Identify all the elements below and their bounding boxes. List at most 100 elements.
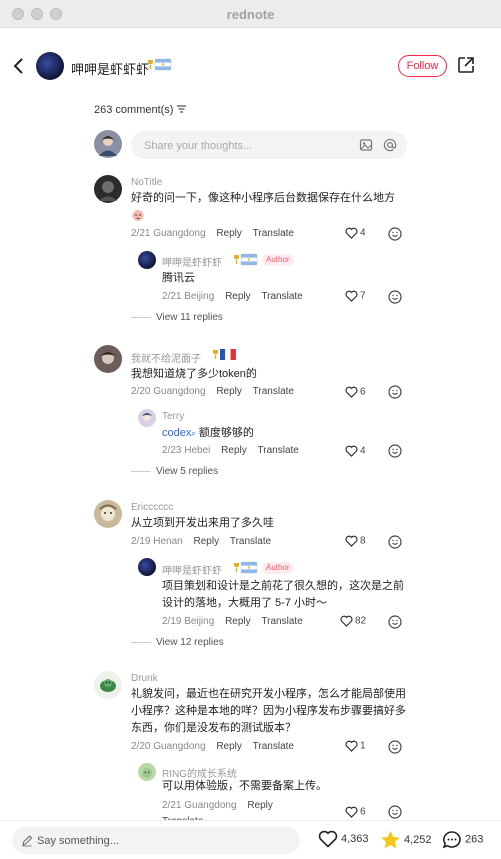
view-replies-link[interactable]: View 12 replies: [131, 637, 224, 648]
like-button[interactable]: 4: [345, 227, 366, 239]
author-tag: Author: [262, 562, 294, 574]
commenter-name[interactable]: 我就不给泥面子: [131, 350, 201, 365]
translate-button[interactable]: Translate: [258, 445, 299, 456]
translate-button[interactable]: Translate: [253, 741, 294, 752]
like-count: 8: [360, 535, 366, 547]
view-replies-label: View 5 replies: [156, 466, 219, 477]
reply-button[interactable]: Reply: [225, 616, 251, 627]
post-comment-button[interactable]: 263: [442, 830, 483, 849]
comment-meta: 2/19 Henan Reply Translate: [131, 536, 271, 547]
replier-name[interactable]: Terry: [162, 411, 184, 422]
window-titlebar: rednote: [0, 0, 501, 28]
comment-text-line: 东西，你们是没发布的测试版本？: [131, 722, 296, 734]
translate-button[interactable]: Translate: [253, 228, 294, 239]
reply-text: codex⌕ 额度够够的: [162, 425, 254, 442]
commenter-name[interactable]: Drunk: [131, 673, 158, 684]
commenter-avatar[interactable]: [94, 671, 122, 699]
like-count: 4: [360, 227, 366, 239]
comment-text: 从立项到开发出来用了多久哇: [131, 517, 274, 529]
like-button[interactable]: 82: [340, 615, 366, 627]
post-like-button[interactable]: 4,363: [318, 830, 369, 848]
reply-button[interactable]: Reply: [216, 386, 242, 397]
mention-link[interactable]: codex: [162, 427, 191, 439]
translate-button[interactable]: Translate: [230, 536, 271, 547]
pencil-icon: [22, 835, 33, 847]
post-collect-count: 4,252: [404, 833, 432, 846]
like-count: 1: [360, 740, 366, 752]
emoji-react-icon[interactable]: [388, 805, 402, 819]
reply-location: Beijing: [184, 616, 215, 627]
emoji-react-icon[interactable]: [388, 290, 402, 304]
commenter-avatar[interactable]: [94, 345, 122, 373]
comment-date: 2/20: [131, 741, 151, 752]
like-count: 82: [355, 615, 367, 627]
commenter-avatar[interactable]: [94, 500, 122, 528]
like-button[interactable]: 7: [345, 290, 366, 302]
comment-text-line: 小程序？这种是本地的咩？因为小程序发布步骤要搞好多: [131, 705, 406, 717]
mention-icon[interactable]: [383, 138, 397, 152]
like-count: 7: [360, 290, 366, 302]
translate-button[interactable]: Translate: [261, 291, 302, 302]
heart-icon: [345, 445, 358, 457]
emoji-react-icon[interactable]: [388, 385, 402, 399]
author-name[interactable]: 呷呷是虾虾虾: [71, 59, 149, 78]
share-icon[interactable]: [457, 56, 475, 74]
replier-avatar[interactable]: [138, 251, 156, 269]
emoji-react-icon[interactable]: [388, 740, 402, 754]
back-arrow-icon[interactable]: [12, 57, 26, 75]
heart-icon: [345, 535, 358, 547]
window-title: rednote: [226, 7, 275, 22]
commenter-name[interactable]: NoTitle: [131, 177, 162, 188]
like-button[interactable]: 1: [345, 740, 366, 752]
reply-button[interactable]: Reply: [225, 291, 251, 302]
replier-avatar[interactable]: [138, 409, 156, 427]
view-replies-label: View 12 replies: [156, 637, 224, 648]
say-something-input[interactable]: Say something...: [12, 827, 300, 854]
emoji-react-icon[interactable]: [388, 615, 402, 629]
comment-text: 好奇的问一下，像这种小程序后台数据保存在什么地方: [131, 192, 395, 204]
comment-location: Guangdong: [153, 228, 206, 239]
heart-icon: [345, 386, 358, 398]
bottom-action-bar: Say something... 4,363 4,252 263: [0, 820, 501, 859]
reply-button[interactable]: Reply: [216, 228, 242, 239]
reply-text-line: 设计的落地，大概用了 5-7 小时～: [162, 597, 328, 609]
post-collect-button[interactable]: 4,252: [380, 830, 432, 850]
author-badge-icon: [234, 561, 258, 574]
star-icon: [381, 831, 400, 849]
current-user-avatar: [94, 130, 122, 158]
reply-button[interactable]: Reply: [247, 800, 273, 811]
reply-button[interactable]: Reply: [194, 536, 220, 547]
view-replies-link[interactable]: View 5 replies: [131, 466, 218, 477]
author-avatar[interactable]: [36, 52, 64, 80]
replier-avatar[interactable]: [138, 558, 156, 576]
reply-text-body: 额度够够的: [195, 427, 254, 439]
commenter-avatar[interactable]: [94, 175, 122, 203]
like-button[interactable]: 4: [345, 445, 366, 457]
reply-button[interactable]: Reply: [216, 741, 242, 752]
replier-name[interactable]: 呷呷是虾虾虾: [162, 254, 222, 269]
view-replies-link[interactable]: View 11 replies: [131, 312, 223, 323]
replier-name[interactable]: 呷呷是虾虾虾: [162, 562, 222, 577]
like-button[interactable]: 6: [345, 386, 366, 398]
like-button[interactable]: 6: [345, 806, 366, 818]
reply-button[interactable]: Reply: [221, 445, 247, 456]
comment-input[interactable]: Share your thoughts...: [131, 131, 407, 159]
reply-location: Beijing: [184, 291, 215, 302]
translate-button[interactable]: Translate: [253, 386, 294, 397]
replier-avatar[interactable]: [138, 763, 156, 781]
translate-button[interactable]: Translate: [261, 616, 302, 627]
heart-icon: [345, 227, 358, 239]
emoji-react-icon[interactable]: [388, 444, 402, 458]
image-icon[interactable]: [359, 138, 373, 152]
emoji-react-icon[interactable]: [388, 227, 402, 241]
follow-button[interactable]: Follow: [398, 55, 447, 77]
reply-meta: 2/21 Beijing Reply Translate: [162, 291, 303, 302]
filter-icon[interactable]: [176, 105, 186, 113]
reply-meta: 2/19 Beijing Reply Translate: [162, 616, 303, 627]
like-button[interactable]: 8: [345, 535, 366, 547]
reply-date: 2/21: [162, 291, 182, 302]
emoji-react-icon[interactable]: [388, 535, 402, 549]
post-header: 呷呷是虾虾虾 Follow: [0, 28, 501, 104]
commenter-name[interactable]: Ericccccc: [131, 502, 173, 513]
reply-meta: 2/23 Hebei Reply Translate: [162, 445, 299, 456]
